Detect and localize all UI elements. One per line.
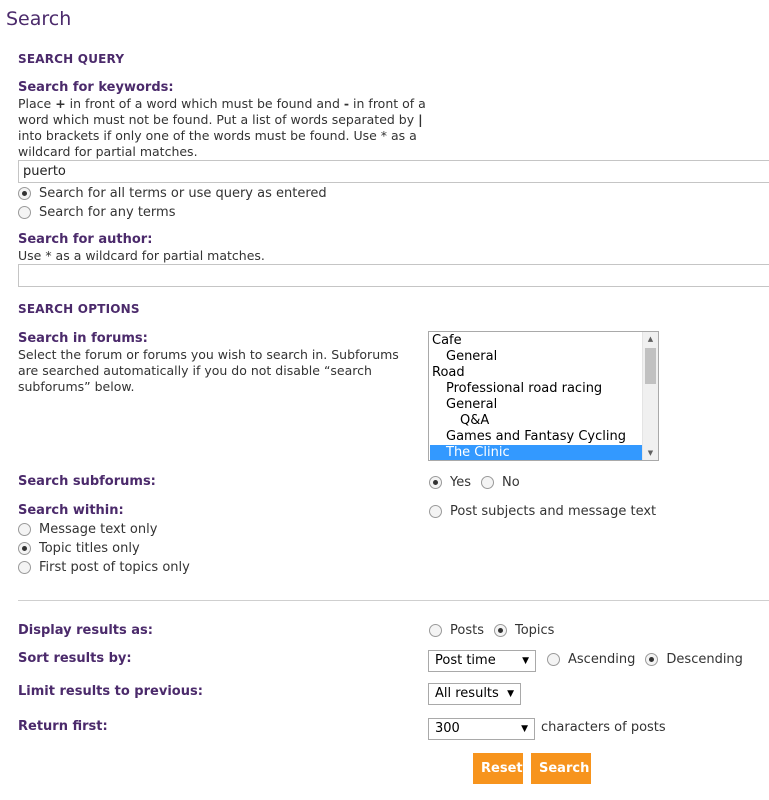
forum-option[interactable]: Games and Fantasy Cycling: [430, 429, 642, 445]
sort-descending-label: Descending: [666, 652, 743, 667]
terms-all-label: Search for all terms or use query as ent…: [39, 186, 327, 201]
reset-button[interactable]: Reset: [473, 753, 523, 784]
terms-all-option[interactable]: Search for all terms or use query as ent…: [18, 186, 327, 201]
display-results-label: Display results as:: [18, 623, 153, 638]
forum-option[interactable]: General: [430, 349, 642, 365]
sort-by-select[interactable]: Post time ▼: [428, 650, 536, 672]
limit-results-select[interactable]: All results ▼: [428, 683, 521, 705]
terms-any-label: Search for any terms: [39, 205, 176, 220]
sort-ascending-label: Ascending: [568, 652, 636, 667]
page-title: Search: [6, 8, 72, 30]
return-first-label: Return first:: [18, 719, 108, 734]
chevron-down-icon: ▼: [507, 689, 514, 699]
return-first-select[interactable]: 300 ▼: [428, 718, 535, 740]
terms-any-radio[interactable]: [18, 206, 31, 219]
terms-any-option[interactable]: Search for any terms: [18, 205, 175, 220]
limit-results-value: All results: [435, 686, 499, 701]
forum-options: Cafe General Road Professional road raci…: [430, 333, 642, 460]
forum-scrollbar[interactable]: ▲ ▼: [642, 332, 658, 460]
display-topics-label: Topics: [514, 623, 555, 638]
forums-label: Search in forums:: [18, 331, 148, 346]
chevron-down-icon: ▼: [522, 656, 529, 666]
subforums-no-radio[interactable]: [481, 476, 494, 489]
display-results-options: Posts Topics: [429, 623, 554, 638]
forum-option[interactable]: Cafe: [430, 333, 642, 349]
return-first-value: 300: [435, 721, 460, 736]
within-message-text-option[interactable]: Message text only: [18, 522, 157, 537]
forum-option-selected[interactable]: The Clinic: [430, 445, 642, 460]
within-message-text-radio[interactable]: [18, 523, 31, 536]
within-label: Search within:: [18, 503, 124, 518]
author-input[interactable]: [18, 264, 769, 287]
within-subjects-and-text-radio[interactable]: [429, 505, 442, 518]
sort-ascending-radio[interactable]: [547, 653, 560, 666]
keywords-label: Search for keywords:: [18, 80, 174, 95]
scroll-thumb[interactable]: [645, 348, 656, 384]
sort-by-value: Post time: [435, 653, 496, 668]
author-label: Search for author:: [18, 232, 153, 247]
forum-listbox[interactable]: Cafe General Road Professional road raci…: [428, 331, 659, 461]
search-options-heading: SEARCH OPTIONS: [18, 302, 140, 316]
display-posts-radio[interactable]: [429, 624, 442, 637]
sort-results-label: Sort results by:: [18, 651, 132, 666]
forums-help: Select the forum or forums you wish to s…: [18, 347, 399, 394]
within-topic-titles-option[interactable]: Topic titles only: [18, 541, 140, 556]
within-first-post-label: First post of topics only: [39, 560, 190, 575]
forum-option[interactable]: Q&A: [430, 413, 642, 429]
forum-option[interactable]: Road: [430, 365, 642, 381]
display-posts-label: Posts: [450, 623, 484, 638]
chevron-down-icon: ▼: [521, 724, 528, 734]
display-topics-radio[interactable]: [493, 624, 507, 637]
limit-results-label: Limit results to previous:: [18, 684, 203, 699]
search-button[interactable]: Search: [531, 753, 591, 784]
within-first-post-radio[interactable]: [18, 561, 31, 574]
sort-direction-options: Ascending Descending: [547, 652, 743, 667]
subforums-options: Yes No: [429, 475, 520, 490]
keywords-help: Place + in front of a word which must be…: [18, 96, 426, 159]
author-help: Use * as a wildcard for partial matches.: [18, 248, 265, 263]
within-subjects-and-text-option[interactable]: Post subjects and message text: [429, 504, 656, 519]
sort-descending-radio[interactable]: [645, 653, 659, 666]
section-divider: [18, 600, 769, 601]
keywords-input[interactable]: [18, 160, 769, 183]
subforums-yes-label: Yes: [450, 475, 471, 490]
forum-option[interactable]: General: [430, 397, 642, 413]
subforums-no-label: No: [502, 475, 520, 490]
search-query-heading: SEARCH QUERY: [18, 52, 125, 66]
scroll-up-arrow-icon[interactable]: ▲: [643, 332, 658, 346]
terms-all-radio[interactable]: [18, 187, 31, 200]
return-first-suffix: characters of posts: [541, 720, 666, 735]
within-topic-titles-radio[interactable]: [18, 542, 31, 555]
within-subjects-and-text-label: Post subjects and message text: [450, 504, 657, 519]
subforums-yes-radio[interactable]: [429, 476, 442, 489]
subforums-label: Search subforums:: [18, 474, 156, 489]
within-message-text-label: Message text only: [39, 522, 158, 537]
within-first-post-option[interactable]: First post of topics only: [18, 560, 190, 575]
forum-option[interactable]: Professional road racing: [430, 381, 642, 397]
scroll-down-arrow-icon[interactable]: ▼: [643, 446, 658, 460]
within-topic-titles-label: Topic titles only: [39, 541, 140, 556]
